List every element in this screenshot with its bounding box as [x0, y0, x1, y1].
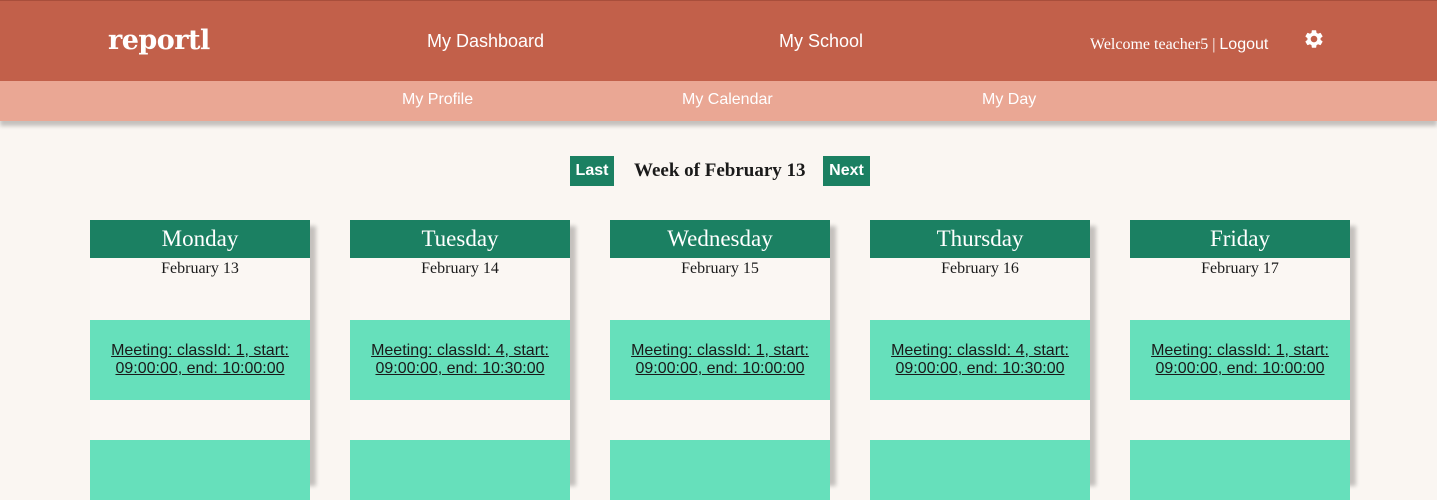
week-title: Week of February 13: [634, 160, 806, 181]
day-date: February 13: [161, 260, 239, 277]
welcome-separator: |: [1212, 36, 1216, 53]
event-text-line1: Meeting: classId: 1, start:: [1151, 342, 1329, 359]
user-welcome: Welcome teacher5 | Logout: [1090, 36, 1268, 54]
day-column-monday: Monday February 13 Meeting: classId: 1, …: [90, 220, 310, 500]
nav-my-dashboard[interactable]: My Dashboard: [427, 31, 544, 52]
event-card[interactable]: Meeting: classId: 1, start: 09:00:00, end…: [90, 320, 310, 400]
event-text-line2: 09:00:00, end: 10:00:00: [115, 360, 285, 377]
event-card[interactable]: Meeting: classId: 4, start: 09:00:00, end…: [350, 320, 570, 400]
day-name: Thursday: [870, 220, 1090, 258]
event-card[interactable]: [610, 440, 830, 500]
event-text-line1: Meeting: classId: 4, start:: [371, 342, 549, 359]
welcome-text: Welcome teacher5: [1090, 36, 1209, 53]
event-text-line2: 09:00:00, end: 10:00:00: [635, 360, 805, 377]
day-column-wednesday: Wednesday February 15 Meeting: classId: …: [610, 220, 830, 500]
top-navbar: reportl My Dashboard My School Welcome t…: [0, 0, 1437, 81]
event-text-line1: Meeting: classId: 1, start:: [631, 342, 809, 359]
app-logo[interactable]: reportl: [108, 25, 210, 56]
event-card[interactable]: Meeting: classId: 1, start: 09:00:00, end…: [610, 320, 830, 400]
event-text-line2: 09:00:00, end: 10:00:00: [1155, 360, 1325, 377]
subnav-my-profile[interactable]: My Profile: [402, 91, 473, 109]
day-date: February 17: [1201, 260, 1279, 277]
logout-link[interactable]: Logout: [1219, 36, 1268, 53]
last-week-button[interactable]: Last: [570, 156, 614, 186]
event-card[interactable]: [350, 440, 570, 500]
day-name: Monday: [90, 220, 310, 258]
event-link[interactable]: Meeting: classId: 1, start: 09:00:00, end…: [610, 320, 830, 378]
day-column-thursday: Thursday February 16 Meeting: classId: 4…: [870, 220, 1090, 500]
event-text-line2: 09:00:00, end: 10:30:00: [375, 360, 545, 377]
event-card[interactable]: Meeting: classId: 1, start: 09:00:00, end…: [1130, 320, 1350, 400]
event-card[interactable]: [870, 440, 1090, 500]
sub-navbar: My Profile My Calendar My Day: [0, 81, 1437, 121]
gear-icon[interactable]: [1303, 28, 1325, 50]
day-date: February 15: [681, 260, 759, 277]
event-card[interactable]: [1130, 440, 1350, 500]
event-text-line1: Meeting: classId: 1, start:: [111, 342, 289, 359]
day-name: Friday: [1130, 220, 1350, 258]
event-link[interactable]: Meeting: classId: 4, start: 09:00:00, end…: [350, 320, 570, 378]
day-column-tuesday: Tuesday February 14 Meeting: classId: 4,…: [350, 220, 570, 500]
day-date: February 14: [421, 260, 499, 277]
day-name: Wednesday: [610, 220, 830, 258]
event-link[interactable]: Meeting: classId: 4, start: 09:00:00, end…: [870, 320, 1090, 378]
next-week-button[interactable]: Next: [823, 156, 870, 186]
event-card[interactable]: Meeting: classId: 4, start: 09:00:00, end…: [870, 320, 1090, 400]
event-text-line1: Meeting: classId: 4, start:: [891, 342, 1069, 359]
nav-my-school[interactable]: My School: [779, 31, 863, 52]
day-column-friday: Friday February 17 Meeting: classId: 1, …: [1130, 220, 1350, 500]
day-date: February 16: [941, 260, 1019, 277]
day-name: Tuesday: [350, 220, 570, 258]
event-card[interactable]: [90, 440, 310, 500]
subnav-my-calendar[interactable]: My Calendar: [682, 91, 773, 109]
event-link[interactable]: Meeting: classId: 1, start: 09:00:00, end…: [1130, 320, 1350, 378]
event-link[interactable]: Meeting: classId: 1, start: 09:00:00, end…: [90, 320, 310, 378]
event-text-line2: 09:00:00, end: 10:30:00: [895, 360, 1065, 377]
subnav-my-day[interactable]: My Day: [982, 91, 1036, 109]
week-navigation: Last Week of February 13 Next: [0, 156, 1437, 186]
